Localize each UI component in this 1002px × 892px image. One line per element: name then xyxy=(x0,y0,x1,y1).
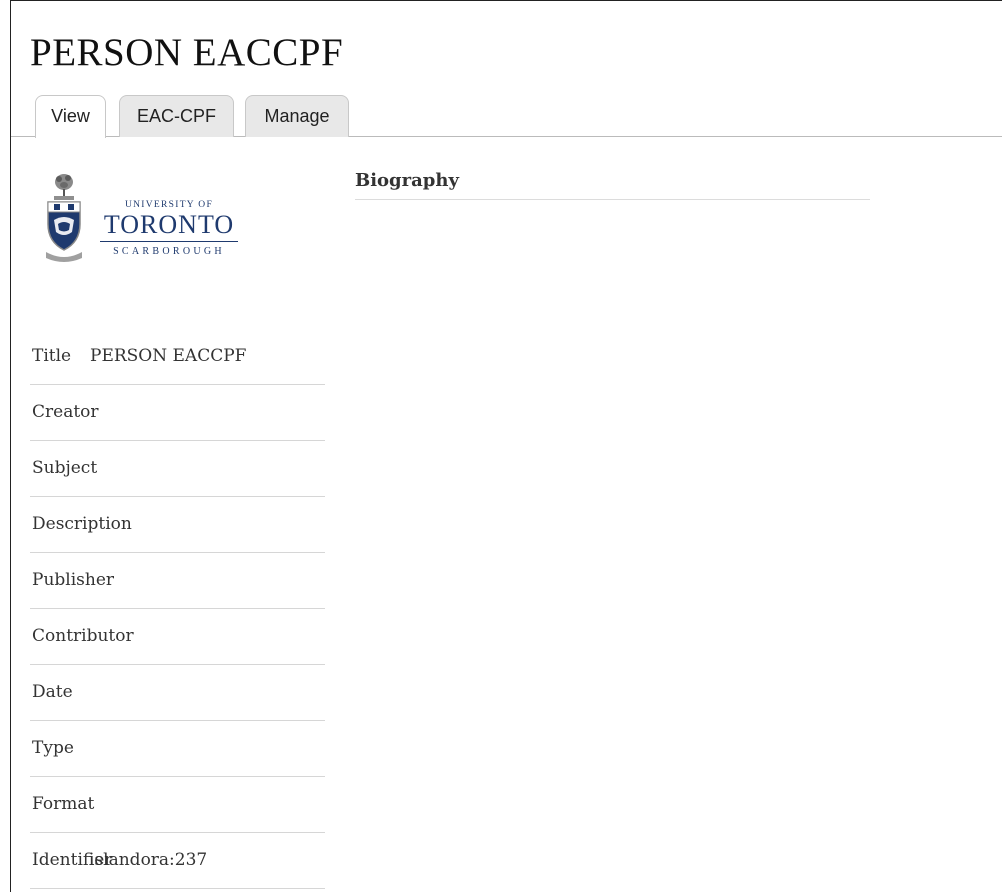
metadata-list: Title PERSON EACCPF Creator Subject Desc… xyxy=(30,329,325,889)
metadata-row-publisher: Publisher xyxy=(30,553,325,609)
logo-line-toronto: TORONTO xyxy=(103,210,235,239)
metadata-row-subject: Subject xyxy=(30,441,325,497)
metadata-value: PERSON EACCPF xyxy=(90,346,247,366)
metadata-row-identifier: Identifier islandora:237 xyxy=(30,833,325,889)
crest-icon xyxy=(46,174,82,262)
biography-heading: Biography xyxy=(355,170,870,200)
metadata-row-format: Format xyxy=(30,777,325,833)
metadata-row-type: Type xyxy=(30,721,325,777)
metadata-row-title: Title PERSON EACCPF xyxy=(30,329,325,385)
metadata-label: Publisher xyxy=(32,570,115,590)
window-border-top xyxy=(10,0,1002,1)
tab-eac-cpf-label: EAC-CPF xyxy=(136,106,216,126)
metadata-value: islandora:237 xyxy=(89,850,208,870)
metadata-row-contributor: Contributor xyxy=(30,609,325,665)
metadata-row-creator: Creator xyxy=(30,385,325,441)
logo-divider xyxy=(100,241,238,242)
university-logo: UNIVERSITY OF TORONTO SCARBOROUGH xyxy=(42,172,242,264)
metadata-label: Description xyxy=(32,514,132,534)
tab-view-label: View xyxy=(51,106,90,126)
metadata-label: Date xyxy=(32,682,73,702)
metadata-label: Creator xyxy=(32,402,99,422)
metadata-row-description: Description xyxy=(30,497,325,553)
tab-manage-label: Manage xyxy=(264,106,330,126)
page-title: PERSON EACCPF xyxy=(30,31,344,74)
tab-eac-cpf[interactable]: EAC-CPF xyxy=(119,95,234,137)
metadata-label: Format xyxy=(32,794,95,814)
metadata-row-date: Date xyxy=(30,665,325,721)
logo-line-university: UNIVERSITY OF xyxy=(124,200,214,210)
tab-bar: View EAC-CPF Manage xyxy=(11,95,1002,138)
metadata-label: Title xyxy=(32,346,72,366)
tab-manage[interactable]: Manage xyxy=(245,95,349,137)
logo-line-scarborough: SCARBOROUGH xyxy=(113,246,225,257)
metadata-label: Subject xyxy=(32,458,98,478)
metadata-label: Type xyxy=(32,738,74,758)
metadata-label: Contributor xyxy=(32,626,134,646)
biography-section: Biography xyxy=(355,170,870,200)
tab-view[interactable]: View xyxy=(35,95,106,138)
